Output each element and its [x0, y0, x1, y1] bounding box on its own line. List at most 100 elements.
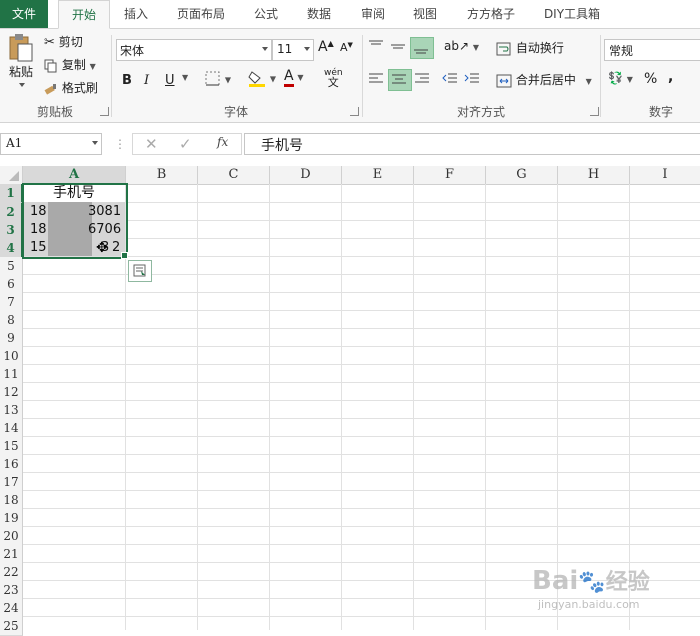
column-header-d[interactable]: D [270, 166, 342, 185]
column-header-g[interactable]: G [486, 166, 558, 185]
bold-button[interactable]: B [122, 73, 132, 88]
accounting-dropdown-icon[interactable]: ▼ [627, 75, 633, 84]
underline-button[interactable]: U [165, 73, 175, 88]
row-header-19[interactable]: 19 [0, 509, 23, 528]
merge-dropdown-icon[interactable]: ▼ [586, 77, 592, 86]
formula-input[interactable]: 手机号 [244, 133, 700, 155]
paste-dropdown-icon[interactable] [19, 83, 25, 87]
orientation-dropdown-icon[interactable]: ▼ [473, 43, 479, 52]
decrease-font-size-icon[interactable]: A▼ [340, 41, 353, 54]
font-launcher-icon[interactable] [350, 107, 359, 116]
row-header-22[interactable]: 22 [0, 563, 23, 582]
column-header-f[interactable]: F [414, 166, 486, 185]
cell-a1[interactable]: 手机号 [24, 184, 124, 202]
border-dropdown-icon[interactable]: ▼ [225, 76, 231, 85]
alignment-launcher-icon[interactable] [590, 107, 599, 116]
phonetic-guide-button[interactable]: wén 文 [324, 69, 343, 89]
name-box[interactable]: A1 [0, 133, 102, 155]
quick-analysis-button[interactable] [128, 260, 152, 282]
tab-diy-toolbox[interactable]: DIY工具箱 [536, 0, 608, 28]
merge-center-button[interactable]: 合并后居中 ▼ [496, 71, 592, 89]
select-all-corner[interactable] [0, 166, 23, 185]
row-header-20[interactable]: 20 [0, 527, 23, 546]
row-header-7[interactable]: 7 [0, 293, 23, 312]
row-header-16[interactable]: 16 [0, 455, 23, 474]
row-header-25[interactable]: 25 [0, 617, 23, 636]
row-header-3[interactable]: 3 [0, 221, 23, 240]
comma-style-button[interactable]: , [668, 69, 673, 85]
formula-content: 手机号 [261, 138, 303, 154]
tab-insert[interactable]: 插入 [116, 0, 156, 28]
tab-view[interactable]: 视图 [404, 0, 446, 28]
enter-icon[interactable]: ✓ [179, 135, 192, 153]
merge-cells-icon [496, 74, 512, 87]
align-top-button[interactable] [368, 39, 384, 55]
underline-dropdown-icon[interactable]: ▼ [182, 73, 188, 82]
row-header-14[interactable]: 14 [0, 419, 23, 438]
font-color-dropdown-icon[interactable]: ▼ [297, 73, 303, 82]
row-header-2[interactable]: 2 [0, 203, 23, 222]
more-options-icon: ⋮ [114, 137, 126, 151]
number-format-select[interactable]: 常规 [604, 39, 700, 61]
row-header-11[interactable]: 11 [0, 365, 23, 384]
wrap-text-button[interactable]: 自动换行 [496, 39, 564, 57]
accounting-format-button[interactable]: 💱 ▼ [608, 71, 633, 85]
tab-file[interactable]: 文件 [0, 0, 48, 28]
row-header-18[interactable]: 18 [0, 491, 23, 510]
row-header-4[interactable]: 4 [0, 239, 23, 258]
column-header-h[interactable]: H [558, 166, 630, 185]
row-header-1[interactable]: 1 [0, 184, 23, 203]
tab-data[interactable]: 数据 [298, 0, 340, 28]
format-painter-button[interactable]: 格式刷 [44, 79, 98, 96]
column-header-e[interactable]: E [342, 166, 414, 185]
font-size-select[interactable]: 11 [272, 39, 314, 61]
paste-button[interactable]: 粘贴 [6, 33, 36, 87]
increase-indent-button[interactable] [464, 71, 480, 87]
font-color-button[interactable]: A ▼ [284, 69, 304, 87]
align-bottom-button[interactable] [410, 37, 434, 59]
tab-fangfang[interactable]: 方方格子 [456, 0, 526, 28]
watermark-logo: Bai🐾经验 [532, 564, 650, 596]
align-left-button[interactable] [368, 71, 384, 87]
tab-review[interactable]: 审阅 [352, 0, 394, 28]
row-header-8[interactable]: 8 [0, 311, 23, 330]
row-header-15[interactable]: 15 [0, 437, 23, 456]
font-name-select[interactable]: 宋体 [116, 39, 272, 61]
fill-handle[interactable] [121, 252, 128, 259]
row-header-9[interactable]: 9 [0, 329, 23, 348]
cancel-icon[interactable]: ✕ [145, 135, 158, 153]
increase-font-size-icon[interactable]: A▲ [318, 39, 334, 55]
worksheet-grid[interactable]: A B C D E F G H I 1 2 3 4 5 6 7 8 9 10 1… [0, 166, 700, 636]
tab-home[interactable]: 开始 [58, 0, 110, 29]
row-header-10[interactable]: 10 [0, 347, 23, 366]
column-header-i[interactable]: I [630, 166, 700, 185]
align-right-button[interactable] [414, 71, 430, 87]
fill-color-dropdown-icon[interactable]: ▼ [270, 75, 276, 84]
fill-color-button[interactable]: ▼ [248, 69, 276, 87]
orientation-button[interactable]: ab↗ ▼ [444, 39, 479, 53]
clipboard-launcher-icon[interactable] [100, 107, 109, 116]
copy-dropdown-icon[interactable]: ▼ [90, 62, 96, 71]
align-middle-button[interactable] [390, 39, 406, 55]
row-header-24[interactable]: 24 [0, 599, 23, 618]
row-header-13[interactable]: 13 [0, 401, 23, 420]
italic-button[interactable]: I [144, 73, 149, 88]
percent-style-button[interactable]: % [644, 71, 657, 87]
column-header-b[interactable]: B [126, 166, 198, 185]
row-header-21[interactable]: 21 [0, 545, 23, 564]
row-header-6[interactable]: 6 [0, 275, 23, 294]
decrease-indent-button[interactable] [442, 71, 458, 87]
cell-a2-prefix: 18 [30, 204, 47, 219]
insert-function-icon[interactable]: fx [217, 135, 228, 149]
row-header-12[interactable]: 12 [0, 383, 23, 402]
border-button[interactable]: ▼ [205, 71, 231, 87]
row-header-17[interactable]: 17 [0, 473, 23, 492]
align-center-button[interactable] [388, 69, 412, 91]
cut-button[interactable]: ✂ 剪切 [44, 33, 83, 50]
row-header-23[interactable]: 23 [0, 581, 23, 600]
tab-formulas[interactable]: 公式 [246, 0, 286, 28]
tab-page-layout[interactable]: 页面布局 [168, 0, 234, 28]
copy-button[interactable]: 复制 ▼ [44, 56, 96, 73]
row-header-5[interactable]: 5 [0, 257, 23, 276]
column-header-c[interactable]: C [198, 166, 270, 185]
